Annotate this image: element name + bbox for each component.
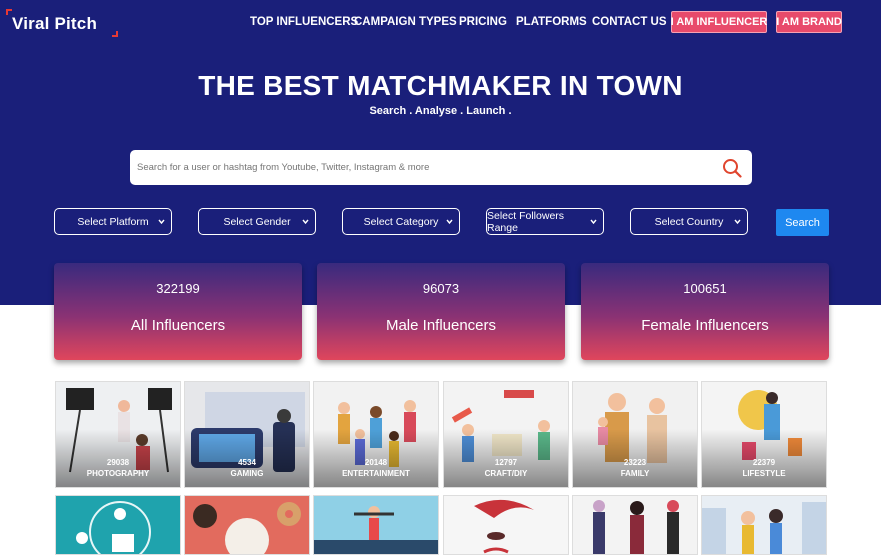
nav-link-label[interactable]: PRICING <box>459 16 507 28</box>
category-count: 23223 <box>623 458 647 467</box>
category-tile-photography[interactable]: 29038 PHOTOGRAPHY <box>55 381 181 488</box>
hero-subtitle: Search . Analyse . Launch . <box>369 105 512 117</box>
stat-count: 322199 <box>156 281 200 296</box>
fashion-illustration <box>573 496 697 554</box>
dropdown-label: Select Followers Range <box>487 209 565 234</box>
dropdown-label: Select Platform <box>77 215 149 228</box>
stat-card-all[interactable]: 322199 All Influencers <box>54 263 302 360</box>
category-tile-fashion[interactable] <box>572 495 698 555</box>
category-tile-lifestyle[interactable]: 22379 LIFESTYLE <box>701 381 827 488</box>
category-tile-entertainment[interactable]: 20148 ENTERTAINMENT <box>313 381 439 488</box>
select-category-dropdown[interactable]: Select Category <box>342 208 460 235</box>
search-input[interactable] <box>137 158 697 177</box>
category-count: 4534 <box>238 458 256 467</box>
logo-text: Viral Pitch <box>12 14 98 33</box>
search-button[interactable]: Search <box>776 209 829 236</box>
chevron-down-icon <box>590 219 597 225</box>
beauty-illustration <box>444 496 568 554</box>
category-name: ENTERTAINMENT <box>342 469 410 478</box>
chevron-down-icon <box>302 219 309 225</box>
category-count: 20148 <box>364 458 388 467</box>
category-tile-gaming[interactable]: 4534 GAMING <box>184 381 310 488</box>
category-tile-food[interactable] <box>184 495 310 555</box>
nav-link-label[interactable]: CONTACT US <box>592 16 667 28</box>
nav-contact-us[interactable]: CONTACT US <box>592 11 667 33</box>
nav-top-influencers[interactable]: TOP INFLUENCERS <box>250 11 358 33</box>
category-count: 22379 <box>752 458 776 467</box>
stat-label: Female Influencers <box>641 317 769 334</box>
dropdown-label: Select Country <box>654 215 724 228</box>
food-illustration <box>185 496 309 554</box>
select-followers-range-dropdown[interactable]: Select Followers Range <box>486 208 604 235</box>
nav-platforms[interactable]: PLATFORMS <box>516 11 587 33</box>
search-bar <box>130 150 752 185</box>
search-icon[interactable] <box>722 158 742 178</box>
stat-count: 100651 <box>683 281 727 296</box>
category-count: 12797 <box>494 458 518 467</box>
stat-label: All Influencers <box>130 317 226 334</box>
category-name: PHOTOGRAPHY <box>86 469 150 478</box>
category-tile-family[interactable]: 23223 FAMILY <box>572 381 698 488</box>
hero-title: THE BEST MATCHMAKER IN TOWN <box>198 70 683 101</box>
technology-illustration <box>56 496 180 554</box>
stat-label: Male Influencers <box>385 317 497 334</box>
select-country-dropdown[interactable]: Select Country <box>630 208 748 235</box>
nav-link-label[interactable]: TOP INFLUENCERS <box>250 16 358 28</box>
stat-count: 96073 <box>422 281 460 296</box>
select-gender-dropdown[interactable]: Select Gender <box>198 208 316 235</box>
dropdown-label: Select Gender <box>223 215 291 228</box>
stat-card-male[interactable]: 96073 Male Influencers <box>317 263 565 360</box>
fitness-illustration <box>314 496 438 554</box>
chevron-down-icon <box>158 219 165 225</box>
chevron-down-icon <box>734 219 741 225</box>
category-name: FAMILY <box>620 469 650 478</box>
viral-pitch-logo[interactable]: Viral Pitch <box>6 9 118 37</box>
category-name: LIFESTYLE <box>742 469 786 478</box>
i-am-brand-button[interactable]: I AM BRAND <box>776 11 842 33</box>
stat-card-female[interactable]: 100651 Female Influencers <box>581 263 829 360</box>
category-name: CRAFT/DIY <box>484 469 528 478</box>
nav-link-label[interactable]: PLATFORMS <box>516 16 587 28</box>
category-tile-fitness[interactable] <box>313 495 439 555</box>
category-tile-travel[interactable] <box>701 495 827 555</box>
select-platform-dropdown[interactable]: Select Platform <box>54 208 172 235</box>
category-count: 29038 <box>106 458 130 467</box>
category-tile-technology[interactable] <box>55 495 181 555</box>
travel-illustration <box>702 496 826 554</box>
i-am-influencer-button[interactable]: I AM INFLUENCER <box>671 11 767 33</box>
category-tile-craft-diy[interactable]: 12797 CRAFT/DIY <box>443 381 569 488</box>
logo-corner-mark <box>112 31 118 37</box>
nav-pricing[interactable]: PRICING <box>459 11 507 33</box>
category-name: GAMING <box>230 469 264 478</box>
dropdown-label: Select Category <box>363 215 439 228</box>
nav-link-label[interactable]: CAMPAIGN TYPES <box>354 16 457 28</box>
nav-campaign-types[interactable]: CAMPAIGN TYPES <box>354 11 457 33</box>
category-tile-beauty[interactable] <box>443 495 569 555</box>
chevron-down-icon <box>446 219 453 225</box>
